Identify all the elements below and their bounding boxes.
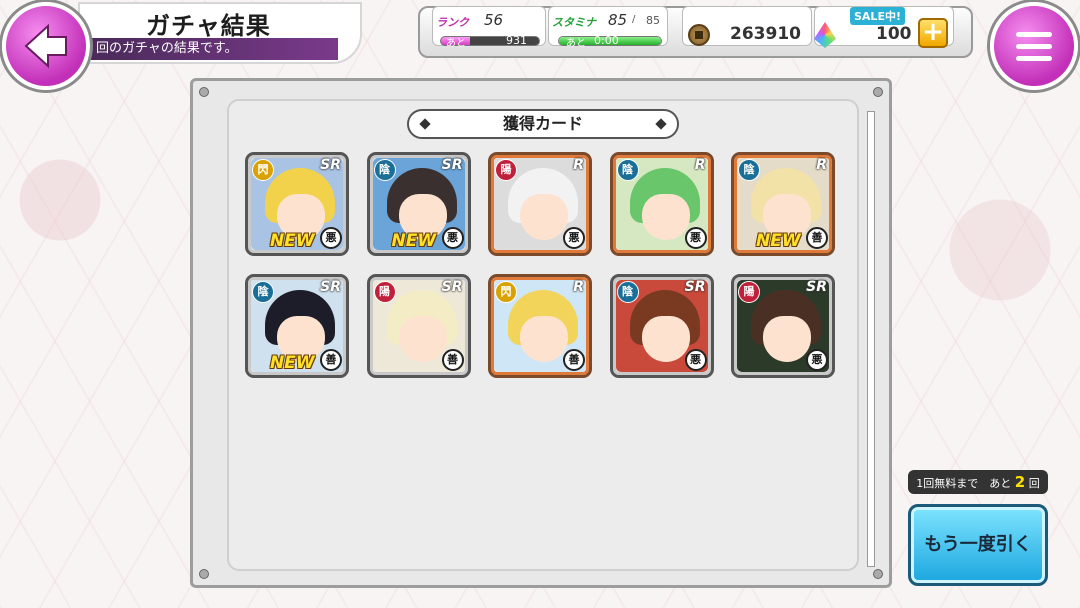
rank-next-label: あと xyxy=(446,38,466,49)
stamina-timer: 0:00 xyxy=(594,34,619,47)
card-type-badge: 陰 xyxy=(738,159,760,181)
card-alignment-badge: 善 xyxy=(563,349,585,371)
diamond-icon xyxy=(419,118,431,130)
rank-next-value: 931 xyxy=(506,34,527,47)
gacha-card[interactable]: SR 陽善 xyxy=(366,274,471,378)
portrait-face xyxy=(641,194,690,240)
back-button[interactable] xyxy=(2,2,90,90)
gacha-card[interactable]: R 陰悪 xyxy=(609,152,714,256)
card-rarity: R xyxy=(694,157,706,173)
card-alignment-badge: 悪 xyxy=(441,227,464,249)
portrait-face xyxy=(520,194,568,240)
card-rarity: R xyxy=(573,279,584,295)
card-rarity: SR xyxy=(320,157,341,173)
menu-icon xyxy=(1016,32,1052,37)
portrait-face xyxy=(398,316,447,362)
coin-count: 263910 xyxy=(730,24,801,44)
card-alignment-badge: 悪 xyxy=(320,227,342,249)
gacha-card[interactable]: R 陽悪 xyxy=(488,152,592,256)
section-title: 獲得カード xyxy=(502,114,583,133)
back-arrow-icon xyxy=(24,23,67,69)
free-notice-count: 2 xyxy=(1014,473,1026,491)
card-rarity: R xyxy=(816,157,827,173)
gacha-card[interactable]: SR 陰悪 xyxy=(609,274,714,378)
free-notice-suffix: 回 xyxy=(1028,477,1040,490)
scrollbar[interactable] xyxy=(867,111,875,567)
gacha-card[interactable]: SR 陽悪 xyxy=(731,274,835,378)
stamina-label: スタミナ xyxy=(552,16,596,29)
card-alignment-badge: 悪 xyxy=(563,227,585,249)
new-tag: NEW xyxy=(756,231,801,251)
gacha-card[interactable]: SR 陰悪 NEW xyxy=(366,152,471,256)
card-rarity: SR xyxy=(806,279,827,295)
page-title: ガチャ結果 xyxy=(146,12,271,40)
free-notice-prefix: 1回無料まで あと xyxy=(916,477,1012,490)
card-rarity: SR xyxy=(441,157,463,173)
section-header: 獲得カード xyxy=(407,109,679,139)
card-rarity: SR xyxy=(684,279,706,295)
card-rarity: R xyxy=(573,157,584,173)
portrait-face xyxy=(763,316,811,362)
card-type-badge: 陽 xyxy=(373,281,396,303)
gacha-card[interactable]: SR 陰善 NEW xyxy=(245,274,349,378)
card-type-badge: 陰 xyxy=(616,159,639,181)
card-type-badge: 閃 xyxy=(252,159,274,181)
gacha-card[interactable]: R 陰善 NEW xyxy=(731,152,835,256)
card-type-badge: 陰 xyxy=(252,281,274,303)
card-type-badge: 陰 xyxy=(373,159,396,181)
diamond-icon xyxy=(655,118,667,130)
gacha-card[interactable]: R 閃善 xyxy=(488,274,592,378)
coin-icon xyxy=(688,24,710,46)
page-subtitle: 回のガチャの結果です。 xyxy=(88,38,338,60)
new-tag: NEW xyxy=(270,231,315,251)
draw-again-button[interactable]: もう一度引く xyxy=(908,504,1048,586)
rank-value: 56 xyxy=(484,11,504,29)
card-rarity: SR xyxy=(441,279,463,295)
portrait-face xyxy=(641,316,690,362)
card-alignment-badge: 善 xyxy=(806,227,828,249)
card-type-badge: 閃 xyxy=(495,281,517,303)
rank-label: ランク xyxy=(436,16,469,29)
new-tag: NEW xyxy=(270,353,315,373)
gacha-card[interactable]: SR 閃悪 NEW xyxy=(245,152,349,256)
card-rarity: SR xyxy=(320,279,341,295)
menu-button[interactable] xyxy=(990,2,1078,90)
stamina-value: 85 xyxy=(608,11,628,29)
gem-count: 100 xyxy=(876,24,912,44)
card-type-badge: 陽 xyxy=(495,159,517,181)
card-type-badge: 陰 xyxy=(616,281,639,303)
stamina-max: 85 xyxy=(646,14,660,27)
card-alignment-badge: 悪 xyxy=(806,349,828,371)
card-alignment-badge: 善 xyxy=(441,349,464,371)
card-alignment-badge: 善 xyxy=(320,349,342,371)
new-tag: NEW xyxy=(391,231,437,251)
card-alignment-badge: 悪 xyxy=(684,227,707,249)
free-draw-notice: 1回無料まで あと 2 回 xyxy=(908,470,1048,494)
card-alignment-badge: 悪 xyxy=(684,349,707,371)
card-type-badge: 陽 xyxy=(738,281,760,303)
stamina-next-label: あと xyxy=(566,38,586,49)
sale-badge: SALE中! xyxy=(850,7,905,25)
portrait-face xyxy=(520,316,568,362)
buy-gems-button[interactable]: + xyxy=(918,18,948,48)
